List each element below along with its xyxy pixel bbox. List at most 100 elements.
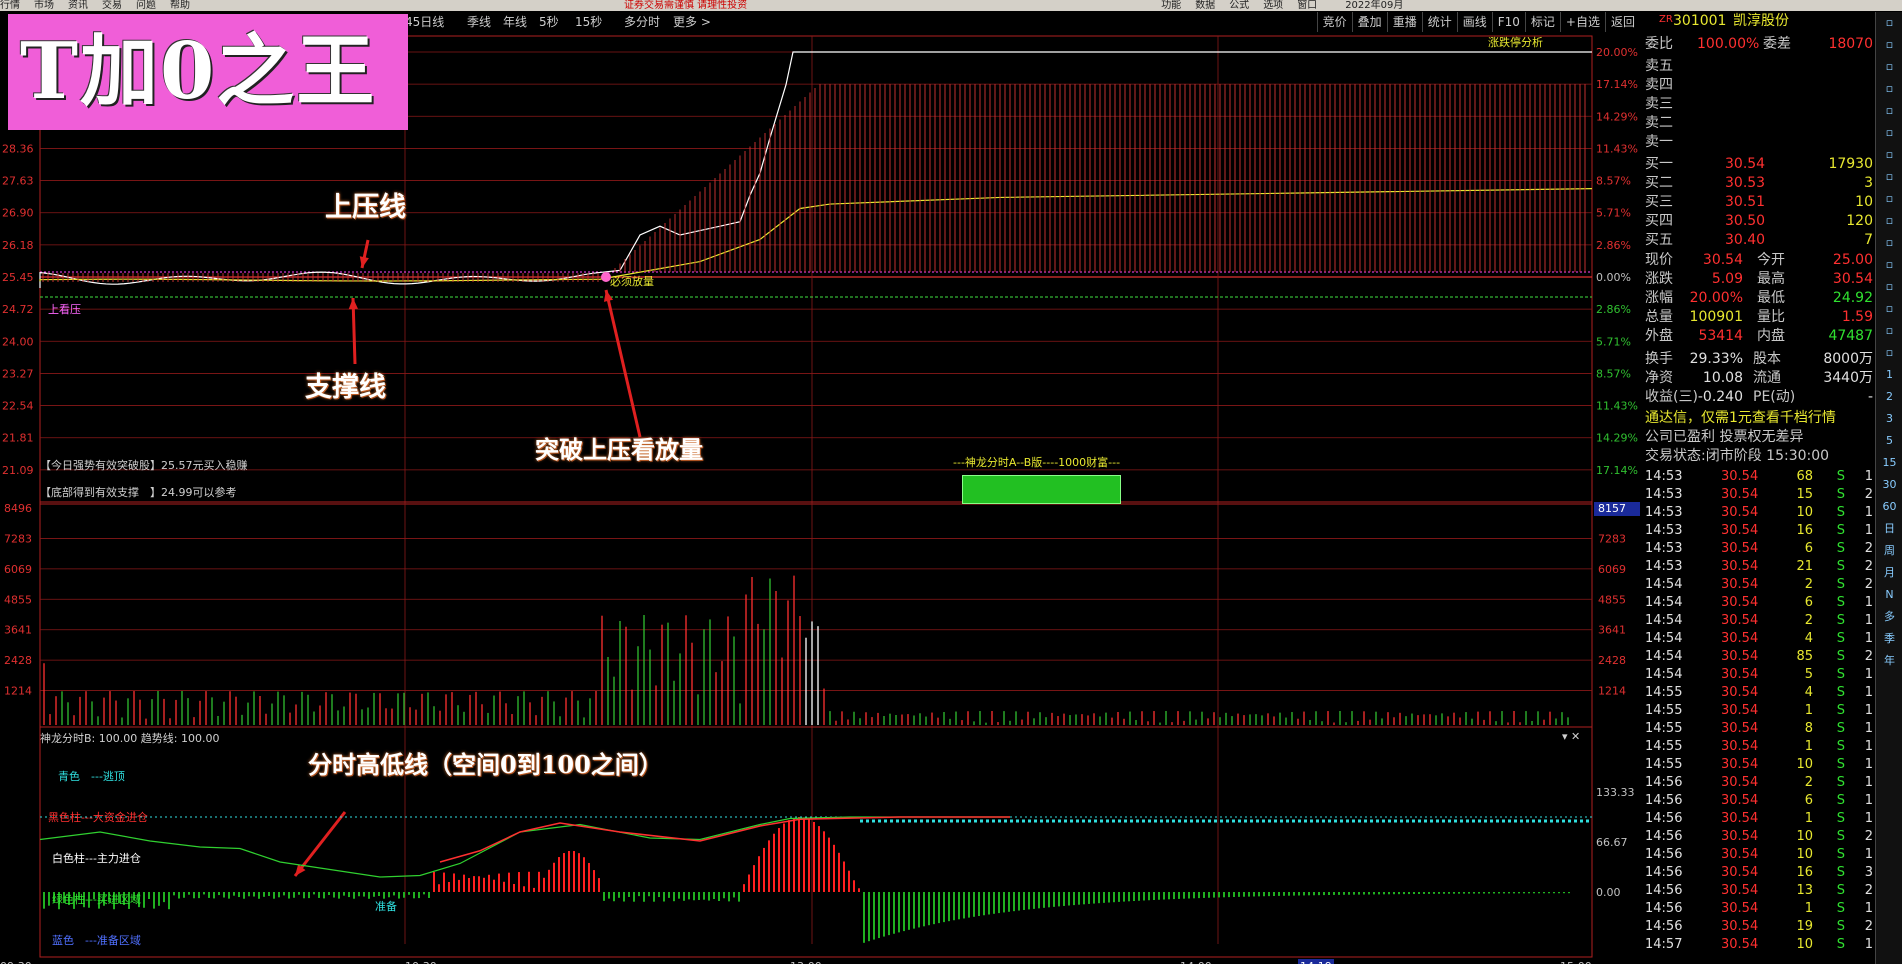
stat-label: 涨跌 — [1645, 271, 1673, 287]
menu-item[interactable]: 选项 — [1263, 0, 1283, 11]
period-tab[interactable]: 年线 — [503, 12, 527, 32]
indicator-close-icon[interactable]: ▾ ✕ — [1562, 730, 1580, 743]
ask-row[interactable]: 卖三 — [1645, 95, 1875, 113]
tick-volume: 2 — [1804, 613, 1813, 628]
ask-label: 卖四 — [1645, 77, 1673, 93]
period-icon[interactable]: 60 — [1876, 496, 1902, 518]
menu-item[interactable]: 资讯 — [68, 0, 88, 11]
period-icon[interactable]: 日 — [1876, 518, 1902, 540]
menu-item[interactable]: 市场 — [34, 0, 54, 11]
toolbar-button[interactable]: 重播 — [1386, 12, 1422, 32]
menu-item[interactable]: 公式 — [1229, 0, 1249, 11]
period-tab[interactable]: 15秒 — [575, 12, 602, 32]
tool-icon[interactable]: ▫ — [1876, 298, 1902, 320]
tool-icon[interactable]: ▫ — [1876, 56, 1902, 78]
fund-value: 29.33% — [1689, 351, 1743, 367]
tool-icon[interactable]: ▫ — [1876, 144, 1902, 166]
toolbar-button[interactable]: F10 — [1491, 12, 1525, 32]
tool-icon[interactable]: ▫ — [1876, 100, 1902, 122]
chart-header-label[interactable]: 涨跌停分析 — [1488, 34, 1543, 50]
period-icon[interactable]: 1 — [1876, 364, 1902, 386]
menu-item[interactable]: 功能 — [1161, 0, 1181, 11]
menu-item[interactable]: 行情 — [0, 0, 20, 11]
menu-item[interactable]: 窗口 — [1297, 0, 1317, 11]
tool-icon[interactable]: ▫ — [1876, 12, 1902, 34]
tick-side: S — [1836, 739, 1845, 754]
tool-icon[interactable]: ▫ — [1876, 254, 1902, 276]
period-icon[interactable]: 季 — [1876, 628, 1902, 650]
toolbar-button[interactable]: 竞价 — [1316, 12, 1352, 32]
ask-row[interactable]: 卖一 — [1645, 133, 1875, 151]
period-icon[interactable]: 月 — [1876, 562, 1902, 584]
ask-label: 卖二 — [1645, 115, 1673, 131]
menu-item[interactable]: 交易 — [102, 0, 122, 11]
toolbar-button[interactable]: +自选 — [1559, 12, 1605, 32]
period-icon[interactable]: 周 — [1876, 540, 1902, 562]
bid-row[interactable]: 买四 30.50 120 — [1645, 212, 1875, 230]
volume-tick-label: 8496 — [4, 502, 32, 515]
tool-icon[interactable]: ▫ — [1876, 276, 1902, 298]
bid-label: 买四 — [1645, 213, 1673, 229]
period-icon[interactable]: 5 — [1876, 430, 1902, 452]
ask-row[interactable]: 卖二 — [1645, 114, 1875, 132]
period-tab[interactable]: 季线 — [467, 12, 491, 32]
bid-row[interactable]: 买三 30.51 10 — [1645, 193, 1875, 211]
menu-item[interactable]: 数据 — [1195, 0, 1215, 11]
tool-icon[interactable]: ▫ — [1876, 34, 1902, 56]
tick-time: 14:54 — [1645, 577, 1683, 592]
tool-icon[interactable]: ▫ — [1876, 122, 1902, 144]
period-tab[interactable]: 5秒 — [539, 12, 559, 32]
period-tab[interactable]: 45日线 — [405, 12, 444, 32]
toolbar-button[interactable]: 叠加 — [1351, 12, 1387, 32]
tool-icon[interactable]: ▫ — [1876, 342, 1902, 364]
tick-count: 1 — [1864, 667, 1873, 682]
tick-row: 14:56 30.54 19 S 2 — [1645, 918, 1875, 936]
tool-icon[interactable]: ▫ — [1876, 210, 1902, 232]
period-icon[interactable]: 3 — [1876, 408, 1902, 430]
quote-stat-row: 外盘 53414 内盘 47487 — [1645, 327, 1875, 345]
tick-price: 30.54 — [1721, 793, 1759, 808]
tick-row: 14:55 30.54 1 S 1 — [1645, 702, 1875, 720]
period-tab[interactable]: 多分时 — [624, 12, 660, 32]
period-icon[interactable]: 30 — [1876, 474, 1902, 496]
menu-item[interactable]: 问题 — [136, 0, 156, 11]
bid-label: 买一 — [1645, 156, 1673, 172]
toolbar-button[interactable]: 统计 — [1421, 12, 1457, 32]
price-tick-label: 21.09 — [2, 464, 34, 477]
intraday-chart[interactable]: 28.36 27.63 26.90 26.18 25.45 24.72 24.00 23.27… — [0, 32, 1640, 964]
menu-item[interactable]: 帮助 — [170, 0, 190, 11]
period-icon[interactable]: 年 — [1876, 650, 1902, 672]
ask-row[interactable]: 卖四 — [1645, 76, 1875, 94]
toolbar-button[interactable]: 画线 — [1456, 12, 1492, 32]
tool-icon[interactable]: ▫ — [1876, 78, 1902, 100]
tool-icon[interactable]: ▫ — [1876, 166, 1902, 188]
quote-stat-row: 总量 100901 量比 1.59 — [1645, 308, 1875, 326]
fundamental-row: 净资 10.08 流通 3440万 — [1645, 369, 1875, 387]
bid-row[interactable]: 买五 30.40 7 — [1645, 231, 1875, 249]
period-icon[interactable]: N — [1876, 584, 1902, 606]
period-icon[interactable]: 2 — [1876, 386, 1902, 408]
toolbar-button[interactable]: 返回 — [1604, 12, 1640, 32]
tool-icon[interactable]: ▫ — [1876, 232, 1902, 254]
stat-value: 25.00 — [1832, 252, 1873, 268]
toolbar-button[interactable]: 标记 — [1524, 12, 1560, 32]
promo-line[interactable]: 通达信，仅需1元查看千档行情 — [1645, 409, 1875, 427]
ask-row[interactable]: 卖五 — [1645, 57, 1875, 75]
period-icon[interactable]: 15 — [1876, 452, 1902, 474]
period-tab[interactable]: 更多 > — [673, 12, 711, 32]
pct-tick-label: 8.57% — [1596, 367, 1631, 380]
bid-row[interactable]: 买一 30.54 17930 — [1645, 155, 1875, 173]
tool-icon[interactable]: ▫ — [1876, 320, 1902, 342]
stat-value: 30.54 — [1832, 271, 1873, 287]
tick-row: 14:54 30.54 85 S 2 — [1645, 648, 1875, 666]
tick-price: 30.54 — [1721, 721, 1759, 736]
tick-count: 1 — [1864, 523, 1873, 538]
brand-title: T加0之王 — [20, 26, 377, 117]
tick-price: 30.54 — [1721, 469, 1759, 484]
tool-icon[interactable]: ▫ — [1876, 188, 1902, 210]
time-tick-label: 14:00 — [1180, 960, 1212, 964]
bid-row[interactable]: 买二 30.53 3 — [1645, 174, 1875, 192]
period-icon[interactable]: 多 — [1876, 606, 1902, 628]
pct-tick-label: 5.71% — [1596, 207, 1631, 220]
tick-volume: 1 — [1804, 739, 1813, 754]
